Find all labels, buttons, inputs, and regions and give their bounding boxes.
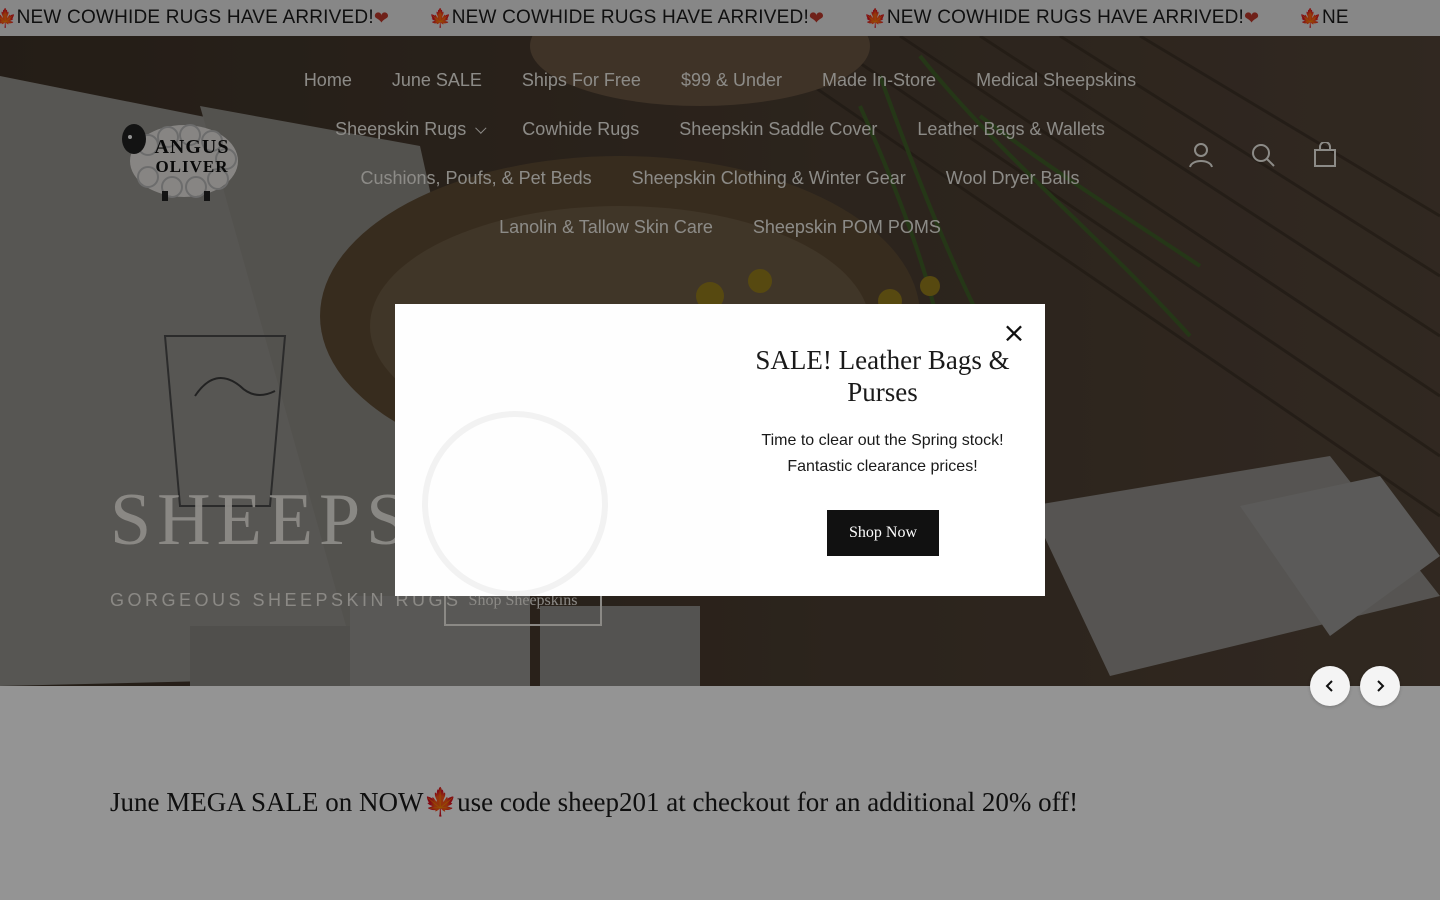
slide-prev-button[interactable] [1310,666,1350,706]
close-icon: × [1002,316,1026,349]
popup-title: SALE! Leather Bags & Purses [755,345,1010,407]
popup-body: Time to clear out the Spring stock! Fant… [761,432,1004,475]
newsletter-popup: × SALE! Leather Bags & Purses Time to cl… [395,304,1045,596]
close-popup-button[interactable]: × [1001,316,1027,349]
shop-now-button[interactable]: Shop Now [827,510,939,556]
chevron-right-icon [1377,680,1385,692]
slide-next-button[interactable] [1360,666,1400,706]
popup-image [395,304,740,596]
chevron-left-icon [1325,680,1333,692]
